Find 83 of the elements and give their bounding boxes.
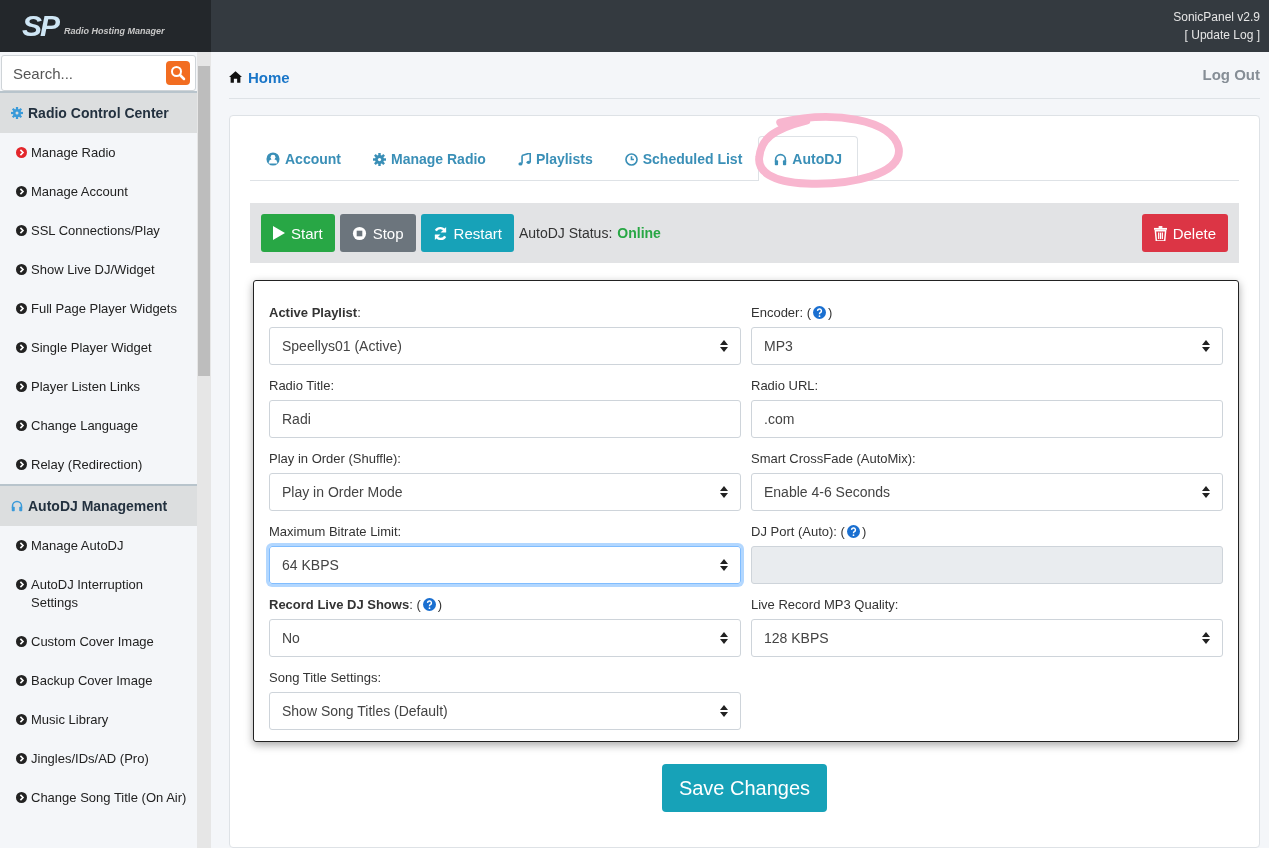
sort-icon [720,486,728,498]
select-field[interactable]: MP3 [751,327,1223,365]
logo-tagline: Radio Hosting Manager [64,26,165,36]
field-label: ) [437,596,443,612]
sidebar-section-header[interactable]: Radio Control Center [0,91,197,133]
gear-icon [373,152,386,166]
sidebar-item[interactable]: Jingles/IDs/AD (Pro) [0,739,197,778]
sort-icon [720,340,728,352]
sidebar-item[interactable]: Single Player Widget [0,328,197,367]
help-icon[interactable] [846,524,860,538]
sort-icon [1202,632,1210,644]
tab[interactable]: Playlists [501,136,609,181]
search-icon[interactable] [166,61,190,85]
field-label: Live Record MP3 Quality: [751,596,899,612]
select-field[interactable]: Show Song Titles (Default) [269,692,741,730]
select-field[interactable]: Speellys01 (Active) [269,327,741,365]
select-field[interactable]: 128 KBPS [751,619,1223,657]
headphones-icon [11,500,23,512]
tab[interactable]: Account [250,136,357,181]
sidebar-item[interactable]: Full Page Player Widgets [0,289,197,328]
input-field[interactable]: .com [751,400,1223,438]
sort-icon [720,632,728,644]
refresh-icon [432,225,448,241]
sort-icon [720,705,728,717]
gear-icon [11,107,23,119]
sidebar-item[interactable]: Backup Cover Image [0,661,197,700]
sort-icon [720,559,728,571]
field-label: DJ Port (Auto): ( [751,523,845,539]
sidebar-item[interactable]: Player Listen Links [0,367,197,406]
delete-button[interactable]: Delete [1141,214,1228,252]
status-value: Online [617,225,661,241]
clock-icon [624,152,638,166]
home-link[interactable]: Home [229,64,290,86]
sidebar-item[interactable]: AutoDJ Interruption Settings [0,565,197,622]
home-icon [229,71,242,83]
version-label: SonicPanel v2.9 [1173,9,1260,26]
trash-icon [1153,225,1167,241]
stop-button[interactable]: Stop [339,214,416,252]
sort-icon [1202,340,1210,352]
user-icon [266,152,280,166]
sidebar-item[interactable]: SSL Connections/Play [0,211,197,250]
sidebar-item[interactable]: Custom Cover Image [0,622,197,661]
sidebar-item[interactable]: Show Live DJ/Widget [0,250,197,289]
stop-icon [351,225,367,241]
help-icon[interactable] [813,305,826,319]
sidebar-item[interactable]: Manage Radio [0,133,197,172]
sidebar-item[interactable]: Change Song Title (On Air) [0,778,197,817]
field-label: ) [828,304,833,320]
tab[interactable]: Scheduled List [608,136,759,181]
select-field[interactable]: 64 KBPS [269,546,741,584]
section-title: Radio Control Center [28,105,169,121]
play-icon [273,226,285,240]
sidebar-section-header[interactable]: AutoDJ Management [0,484,197,526]
field-label: Record Live DJ Shows: ( [269,596,421,612]
section-title: AutoDJ Management [28,498,168,514]
field-label: Play in Order (Shuffle): [269,450,401,466]
input-field[interactable]: Radi [269,400,741,438]
status-label: AutoDJ Status: [518,225,613,241]
update-log-link[interactable]: [ Update Log ] [1184,26,1260,44]
select-field[interactable]: No [269,619,741,657]
select-field[interactable]: Play in Order Mode [269,473,741,511]
tab[interactable]: Manage Radio [357,136,502,181]
headphones-icon [774,152,788,166]
field-label: Encoder: ( [751,304,811,320]
field-label: ) [861,523,867,539]
scrollbar[interactable] [197,52,211,848]
sidebar-item[interactable]: Relay (Redirection) [0,445,197,484]
field-label: Song Title Settings: [269,669,381,685]
field-label: Maximum Bitrate Limit: [269,523,402,539]
sidebar-item[interactable]: Music Library [0,700,197,739]
sidebar-item[interactable]: Manage Account [0,172,197,211]
field-label: Smart CrossFade (AutoMix): [751,450,916,466]
sidebar-item[interactable]: Change Language [0,406,197,445]
select-field[interactable]: Enable 4-6 Seconds [751,473,1223,511]
sidebar-item[interactable]: Manage AutoDJ [0,526,197,565]
field-label: Radio Title: [269,377,335,393]
music-note-icon [517,152,531,166]
sort-icon [1202,486,1210,498]
field-label: Radio URL: [751,377,819,393]
search-field[interactable]: Search... [1,55,196,91]
logo-mark: SP [22,9,59,43]
field-label: Active Playlist: [269,304,361,320]
help-icon[interactable] [422,597,436,611]
